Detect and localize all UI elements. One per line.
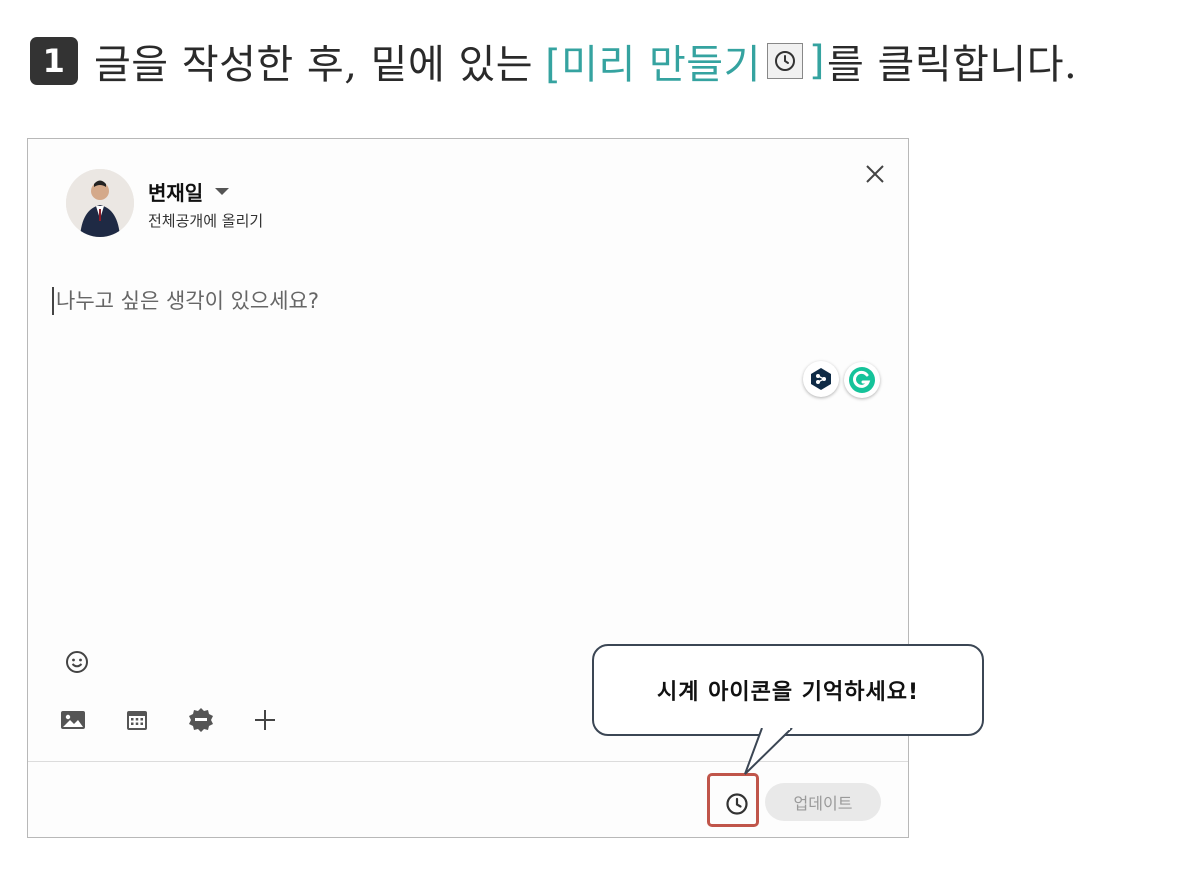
instruction-text-end: 를 클릭합니다. [827, 42, 1078, 88]
badge-icon [189, 708, 213, 732]
avatar [66, 169, 134, 237]
plus-icon [255, 710, 275, 730]
smiley-icon [66, 651, 88, 673]
image-icon [61, 711, 85, 729]
callout-text: 시계 아이콘을 기억하세요! [657, 680, 919, 705]
emoji-button[interactable] [64, 649, 90, 675]
clock-icon [766, 43, 803, 79]
deepl-icon[interactable] [803, 361, 839, 397]
caret-down-icon [215, 188, 230, 195]
more-options-button[interactable] [250, 705, 280, 735]
instruction-highlight-close: ] [808, 38, 826, 84]
author-selector[interactable]: 변재일 [148, 177, 263, 206]
celebrate-button[interactable] [186, 705, 216, 735]
calendar-icon [127, 711, 147, 730]
instruction-heading: 1 글을 작성한 후, 밑에 있는 [미리 만들기 ] 를 클릭합니다. [30, 26, 1077, 96]
post-text-input[interactable]: 나누고 싶은 생각이 있으세요? [52, 287, 319, 315]
callout-bubble: 시계 아이콘을 기억하세요! [592, 644, 984, 736]
add-event-button[interactable] [122, 705, 152, 735]
author-block: 변재일 전체공개에 올리기 [148, 177, 263, 231]
step-number-badge: 1 [30, 37, 78, 85]
add-photo-button[interactable] [58, 705, 88, 735]
media-toolbar [58, 705, 314, 735]
close-icon [866, 165, 884, 183]
instruction-highlight: [미리 만들기 [545, 42, 761, 88]
schedule-button-highlight [707, 773, 759, 827]
grammarly-icon[interactable] [844, 362, 880, 398]
author-name: 변재일 [148, 181, 204, 205]
callout-tail [744, 728, 793, 775]
visibility-label: 전체공개에 올리기 [148, 212, 264, 230]
instruction-text: 글을 작성한 후, 밑에 있는 [94, 42, 534, 88]
update-button[interactable]: 업데이트 [765, 783, 881, 821]
close-button[interactable] [858, 157, 892, 191]
